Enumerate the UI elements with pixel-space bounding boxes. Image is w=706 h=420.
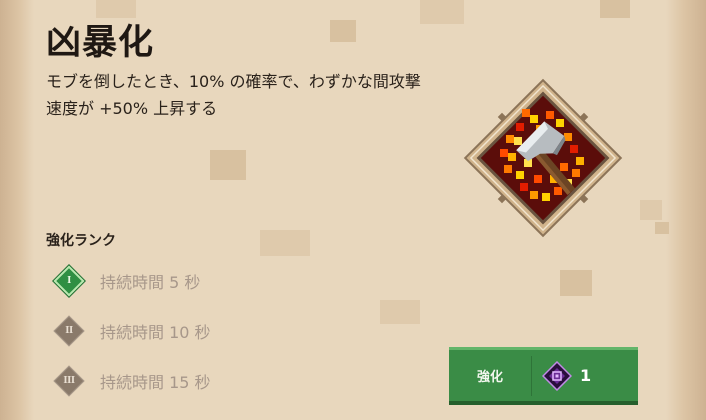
parchment-texture (330, 20, 356, 42)
axe-on-fire-icon (460, 75, 626, 241)
rank-1-label: 持続時間 5 秒 (100, 273, 201, 292)
enchantment-point-icon (542, 360, 572, 391)
parchment-texture (560, 270, 592, 296)
parchment-texture (260, 230, 310, 256)
parchment-right-edge (666, 0, 706, 420)
parchment-texture (380, 300, 420, 324)
rank-tier-3: III 持続時間 15 秒 (52, 365, 211, 397)
rank-1-numeral: I (67, 276, 71, 286)
button-divider (531, 355, 532, 396)
rank-heading: 強化ランク (46, 233, 116, 249)
enchant-cost: 1 (542, 360, 592, 391)
parchment-texture (640, 200, 662, 220)
rank-2-numeral: II (65, 326, 73, 336)
rank-2-label: 持続時間 10 秒 (100, 323, 211, 342)
enchant-cost-value: 1 (580, 366, 592, 385)
rank-3-numeral: III (63, 376, 75, 386)
rank-1-badge: I (52, 264, 86, 298)
enchantment-description: モブを倒したとき、10% の確率で、わずかな間攻撃速度が +50% 上昇する (46, 72, 421, 118)
enchantment-panel: 凶暴化 モブを倒したとき、10% の確率で、わずかな間攻撃速度が +50% 上昇… (0, 0, 706, 420)
rank-3-badge: III (52, 364, 86, 398)
rank-3-label: 持続時間 15 秒 (100, 373, 211, 392)
rank-2-badge: II (52, 314, 86, 348)
parchment-texture (600, 0, 630, 18)
enchantment-title: 凶暴化 (46, 23, 155, 63)
rank-tier-1: I 持続時間 5 秒 (52, 265, 200, 297)
parchment-texture (210, 150, 246, 180)
parchment-texture (655, 222, 669, 234)
enchant-button[interactable]: 強化 1 (449, 347, 638, 405)
parchment-texture (420, 0, 464, 24)
rank-tier-2: II 持続時間 10 秒 (52, 315, 211, 347)
parchment-left-edge (0, 0, 34, 420)
enchant-button-label: 強化 (476, 370, 503, 385)
